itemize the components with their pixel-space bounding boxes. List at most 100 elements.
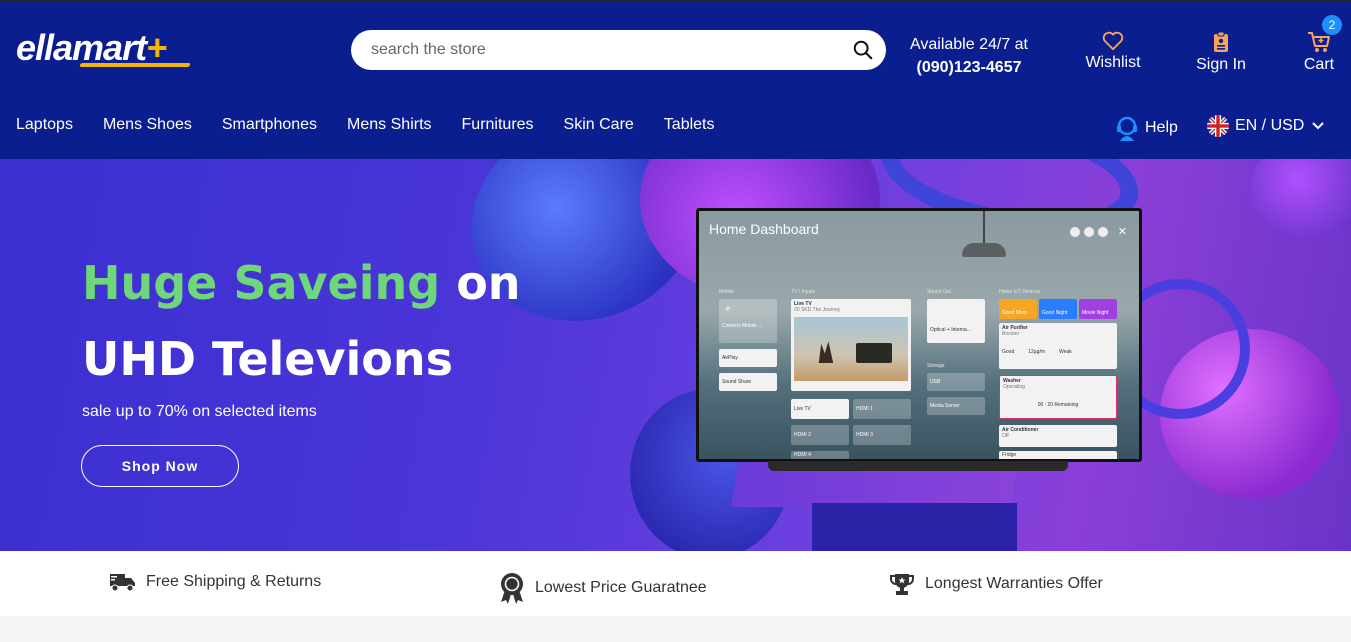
- hero-headline: Huge Saveing on UHD Televions: [82, 245, 521, 397]
- logo-plus: +: [146, 27, 167, 68]
- tv-card-sound-share: Sound Share: [719, 373, 777, 391]
- search-icon[interactable]: [852, 39, 874, 61]
- hero-subtext: sale up to 70% on selected items: [82, 403, 317, 420]
- tv-card-hdmi3: HDMI 3: [853, 425, 911, 445]
- nav-item-mens-shirts[interactable]: Mens Shirts: [347, 116, 431, 134]
- tv-screen: Home Dashboard ✕ Mobile TV / Inputs Soun…: [699, 211, 1139, 459]
- contact-availability: Available 24/7 at: [909, 36, 1028, 53]
- wishlist-button[interactable]: Wishlist: [1080, 31, 1146, 72]
- tv-column-iot: Home IoT Devices: [999, 289, 1041, 295]
- cart-label: Cart: [1303, 56, 1335, 73]
- nav-item-tablets[interactable]: Tablets: [664, 116, 715, 134]
- truck-icon: [110, 574, 135, 592]
- site-header: ellamart+ Available 24/7 at (090)123-465…: [0, 0, 1351, 159]
- tv-column-mobile: Mobile: [719, 289, 734, 295]
- tv-stand: [768, 461, 1068, 471]
- tv-card-air-conditioner: Air Conditioner Off: [999, 425, 1117, 447]
- feature-free-shipping: Free Shipping & Returns: [110, 572, 321, 592]
- contact-phone[interactable]: (090)123-4657: [896, 56, 1042, 79]
- tv-card-sublabel: 20 SKD The Journey: [794, 307, 841, 313]
- tv-top-icons: ✕: [1069, 225, 1127, 238]
- tv-card-live-tv-2: Live TV: [791, 399, 849, 419]
- signin-label: Sign In: [1196, 56, 1246, 73]
- tv-column-inputs: TV / Inputs: [791, 289, 816, 295]
- nav-item-smartphones[interactable]: Smartphones: [222, 116, 317, 134]
- help-label: Help: [1145, 119, 1178, 136]
- cart-button[interactable]: 2 Cart: [1298, 15, 1342, 74]
- locale-selector[interactable]: EN / USD: [1207, 115, 1330, 137]
- nav-item-furnitures[interactable]: Furnitures: [462, 116, 534, 134]
- nav-item-skin-care[interactable]: Skin Care: [564, 116, 634, 134]
- tv-card-media-server: Media Server: [927, 397, 985, 415]
- profile-icon: [1069, 226, 1080, 237]
- wishlist-label: Wishlist: [1085, 54, 1141, 71]
- tv-thumbnail: [794, 317, 908, 381]
- tv-card-optical: Optical + Interna...: [927, 299, 985, 343]
- tv-card-connect-mobile: + Connect Mobile ...: [719, 299, 777, 343]
- settings-icon: [1083, 226, 1094, 237]
- jeep-shape: [856, 343, 892, 363]
- tv-stat-level: 12µg/m: [1028, 349, 1046, 355]
- tv-card-good-morn: Good Morn: [999, 299, 1037, 319]
- headset-icon: [1117, 116, 1137, 141]
- tv-stat-good: Good: [1002, 349, 1015, 355]
- decor-pedestal: [812, 503, 1017, 551]
- nav-item-laptops[interactable]: Laptops: [16, 116, 73, 134]
- search-bar: [351, 30, 886, 70]
- trophy-icon: [890, 574, 914, 595]
- shop-now-button[interactable]: Shop Now: [81, 445, 239, 487]
- tv-card-usb: USB: [927, 373, 985, 391]
- tv-card-sublabel: Booster: [1002, 331, 1020, 337]
- feature-label: Free Shipping & Returns: [146, 573, 322, 590]
- feature-bar: Free Shipping & Returns Lowest Price Gua…: [0, 551, 1351, 616]
- close-icon: ✕: [1117, 226, 1127, 238]
- category-nav: Laptops Mens Shoes Smartphones Mens Shir…: [16, 116, 745, 134]
- hero-headline-line2: UHD Televions: [82, 332, 453, 386]
- tv-column-sound: Sound Out: [927, 289, 951, 295]
- contact-info: Available 24/7 at (090)123-4657: [896, 33, 1042, 79]
- tv-dashboard-title: Home Dashboard: [709, 221, 819, 237]
- tv-card-sublabel: Off: [1002, 433, 1009, 439]
- heart-icon: [1102, 31, 1124, 51]
- tv-card-airplay: AirPlay: [719, 349, 777, 367]
- ceiling-lamp: [983, 211, 985, 245]
- locale-label: EN / USD: [1235, 117, 1305, 134]
- plus-icon: +: [725, 304, 731, 315]
- feature-warranties: Longest Warranties Offer: [889, 572, 1103, 596]
- logo-underline: [79, 63, 191, 67]
- cart-count-badge: 2: [1322, 15, 1342, 35]
- tv-card-hdmi4: HDMI 4: [791, 451, 849, 459]
- page-bottom-strip: [0, 616, 1351, 642]
- award-icon: [501, 573, 523, 604]
- people-shape: [818, 341, 834, 363]
- search-input[interactable]: [371, 30, 841, 70]
- tv-card-movie-night: Movie Night: [1079, 299, 1117, 319]
- tv-card-air-purifier: Air Purifier Booster Good 12µg/m Weak: [999, 323, 1117, 369]
- decor-sphere: [1250, 159, 1351, 239]
- tv-card-label: Connect Mobile ...: [722, 323, 763, 329]
- refresh-icon: [1097, 226, 1108, 237]
- tv-card-live-tv: Live TV 20 SKD The Journey: [791, 299, 911, 391]
- tv-card-good-night: Good Night: [1039, 299, 1077, 319]
- ceiling-lamp-shade: [962, 243, 1006, 257]
- hero-headline-line1: Huge Saveing on: [82, 245, 521, 321]
- tv-card-hdmi2: HDMI 2: [791, 425, 849, 445]
- tv-stat-weak: Weak: [1059, 349, 1072, 355]
- feature-label: Longest Warranties Offer: [925, 575, 1103, 592]
- tv-card-fridge: Fridge: [999, 451, 1117, 459]
- uk-flag-icon: [1207, 115, 1229, 137]
- tv-column-storage: Storage: [927, 363, 945, 369]
- chevron-down-icon: [1312, 122, 1325, 130]
- tv-card-remaining: 00 : 20 Remaining: [1037, 402, 1079, 408]
- tv-card-washer: Washer Operating 00 : 20 Remaining: [999, 375, 1117, 419]
- tv-card-sublabel: Operating: [1003, 384, 1025, 390]
- hero-banner: Huge Saveing on UHD Televions sale up to…: [0, 159, 1351, 551]
- headline-highlight: Huge Saveing: [82, 256, 441, 310]
- feature-lowest-price: Lowest Price Guaratnee: [499, 572, 707, 604]
- tv-card-hdmi1: HDMI 1: [853, 399, 911, 419]
- signin-button[interactable]: Sign In: [1190, 31, 1252, 74]
- help-link[interactable]: Help: [1115, 115, 1178, 141]
- tv-card-stats: Good 12µg/m Weak: [1002, 349, 1114, 355]
- nav-item-mens-shoes[interactable]: Mens Shoes: [103, 116, 192, 134]
- logo-text: ellamart: [16, 27, 147, 68]
